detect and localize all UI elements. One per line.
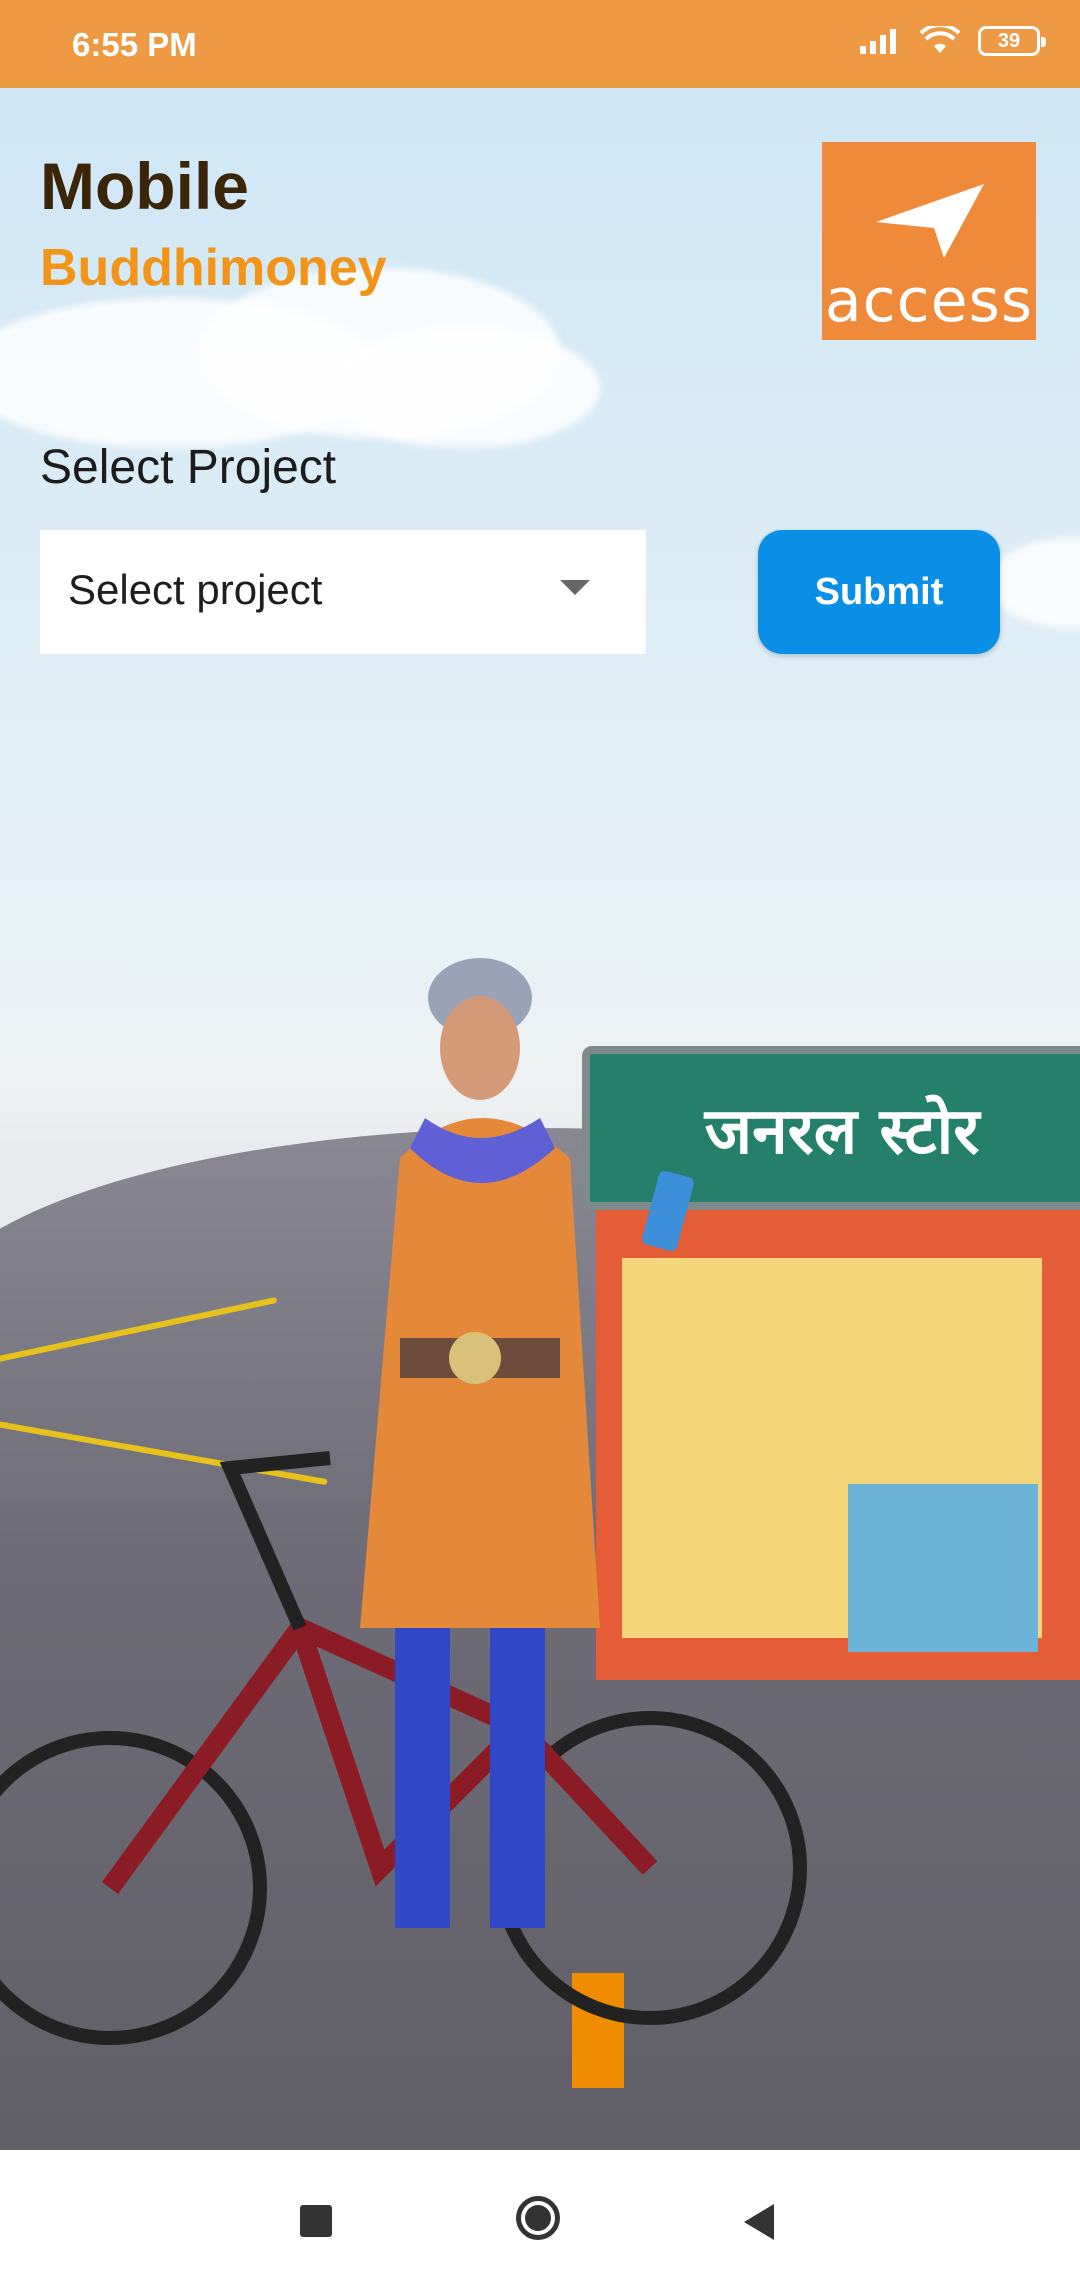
- home-icon: [525, 2205, 551, 2231]
- woman-illustration: [360, 958, 694, 1928]
- back-button[interactable]: [744, 2204, 774, 2240]
- navigation-bar: [0, 2150, 1080, 2280]
- status-bar: 6:55 PM 39: [0, 0, 1080, 88]
- battery-level: 39: [997, 29, 1021, 52]
- status-time: 6:55 PM: [72, 26, 197, 63]
- select-project-label: Select Project: [40, 441, 337, 494]
- home-button[interactable]: [516, 2196, 560, 2240]
- battery-icon: 39: [978, 26, 1046, 56]
- paper-plane-icon: [876, 184, 984, 258]
- logo-text: access: [824, 266, 1034, 336]
- caret-down-icon: [560, 580, 590, 595]
- store-counter: [848, 1484, 1038, 1652]
- project-dropdown[interactable]: Select project: [40, 530, 646, 654]
- app-title: Mobile: [40, 149, 249, 223]
- submit-button[interactable]: Submit: [758, 530, 1000, 654]
- background-illustration: जनरल स्टोर: [0, 88, 1080, 2150]
- signal-icon: [860, 29, 896, 54]
- project-dropdown-value: Select project: [68, 566, 323, 613]
- status-icons: 39: [858, 26, 1046, 56]
- access-logo: access: [822, 142, 1036, 340]
- app-subtitle: Buddhimoney: [40, 239, 387, 297]
- wifi-icon: [920, 26, 960, 53]
- recent-apps-button[interactable]: [300, 2205, 332, 2237]
